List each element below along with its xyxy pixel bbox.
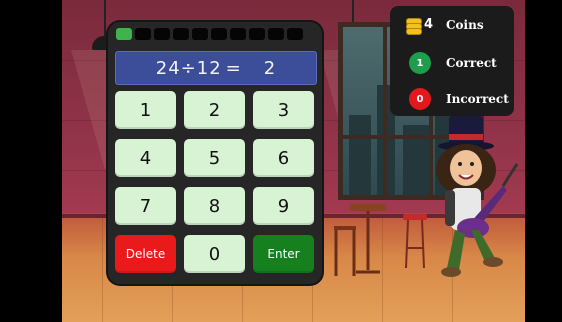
equation-divisor: 12	[196, 57, 222, 79]
answer-input: 2	[263, 57, 277, 79]
incorrect-label: Incorrect	[446, 92, 509, 106]
key-8[interactable]: 8	[184, 187, 245, 225]
correct-label: Correct	[446, 56, 497, 70]
coins-icon	[406, 18, 422, 35]
progress-segment	[173, 28, 189, 40]
key-9[interactable]: 9	[253, 187, 314, 225]
rocker-character	[436, 116, 519, 277]
key-4[interactable]: 4	[115, 139, 176, 177]
incorrect-count-badge: 0	[409, 88, 431, 110]
floor-plank	[102, 218, 103, 322]
key-7[interactable]: 7	[115, 187, 176, 225]
window-frame	[383, 27, 387, 195]
correct-count-badge: 1	[409, 52, 431, 74]
key-6[interactable]: 6	[253, 139, 314, 177]
key-1[interactable]: 1	[115, 91, 176, 129]
equation-operator: ÷	[180, 57, 197, 79]
key-3[interactable]: 3	[253, 91, 314, 129]
equation-equals: =	[225, 57, 242, 79]
key-5[interactable]: 5	[184, 139, 245, 177]
incorrect-row: 0 Incorrect	[390, 88, 514, 112]
progress-segment	[230, 28, 246, 40]
progress-segment	[192, 28, 208, 40]
answer-keypad-panel: 24 ÷ 12 = 2 1 2 3 4 5 6 7 8 9 Delete 0 E…	[108, 22, 322, 284]
building	[349, 115, 371, 195]
progress-segment	[249, 28, 265, 40]
progress-segment	[287, 28, 303, 40]
progress-segment	[268, 28, 284, 40]
enter-button[interactable]: Enter	[253, 235, 314, 273]
equation-dividend: 24	[155, 57, 181, 79]
delete-button[interactable]: Delete	[115, 235, 176, 273]
correct-row: 1 Correct	[390, 52, 514, 76]
progress-segment	[154, 28, 170, 40]
key-2[interactable]: 2	[184, 91, 245, 129]
progress-segment	[211, 28, 227, 40]
lamp-cord	[104, 0, 106, 36]
progress-segment	[135, 28, 151, 40]
key-0[interactable]: 0	[184, 235, 245, 273]
equation-display: 24 ÷ 12 = 2	[115, 51, 317, 85]
table-and-chair	[334, 204, 386, 276]
coins-row: 4 Coins	[390, 14, 514, 38]
question-progress-bar	[116, 28, 303, 40]
score-panel: 4 Coins 1 Correct 0 Incorrect	[390, 6, 514, 116]
coins-label: Coins	[446, 18, 484, 32]
progress-segment-complete	[116, 28, 132, 40]
coins-count: 4	[424, 17, 434, 32]
